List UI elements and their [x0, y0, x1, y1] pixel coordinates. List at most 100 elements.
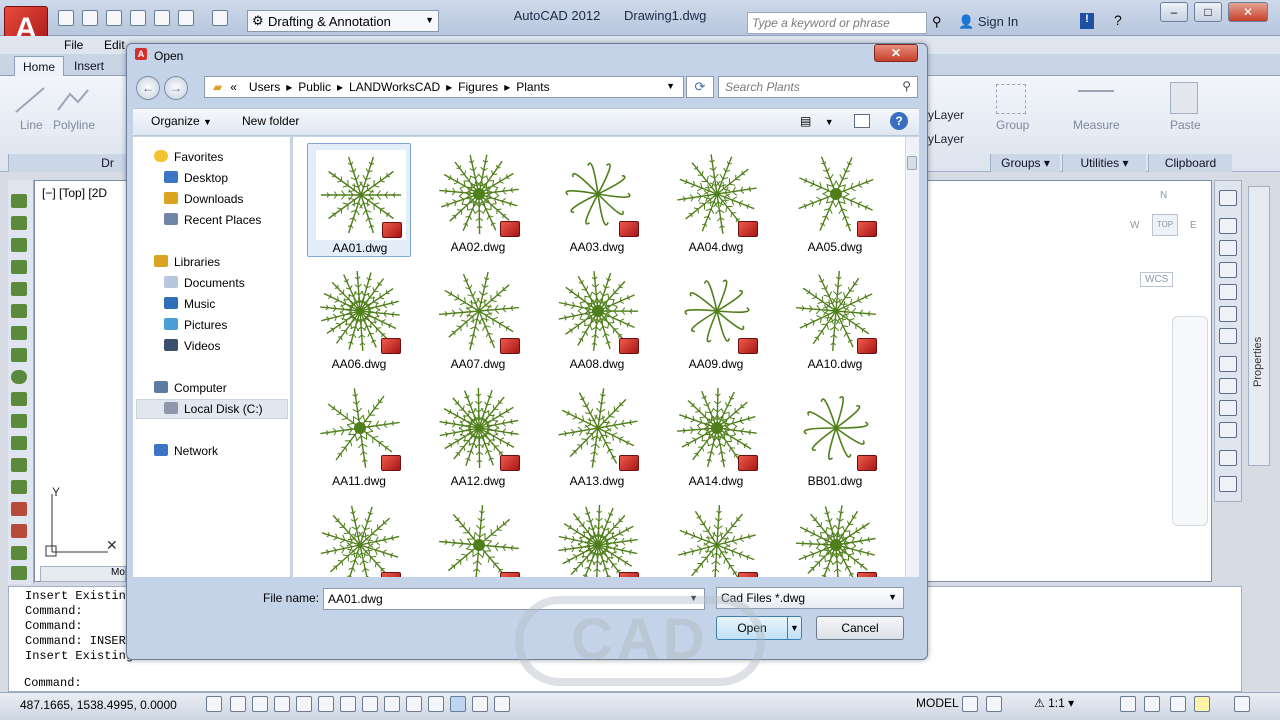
3d-osnap-icon[interactable] — [340, 696, 356, 712]
nav-computer[interactable]: Computer — [154, 381, 227, 395]
quick-properties-icon[interactable] — [472, 696, 488, 712]
chevron-down-icon[interactable]: ▼ — [689, 593, 698, 603]
viewport-controls[interactable]: [−] [Top] [2D — [42, 186, 107, 200]
help-icon[interactable]: ? — [1114, 12, 1122, 28]
file-list-scrollbar[interactable] — [905, 137, 919, 577]
polar-tracking-icon[interactable] — [296, 696, 312, 712]
layout-tool-icon[interactable] — [11, 566, 27, 580]
file-tile[interactable]: AA05.dwg — [783, 143, 887, 257]
address-bar[interactable]: ▰ « Users ▸ Public ▸ LANDWorksCAD ▸ Figures… — [204, 76, 684, 98]
layer-dropdown-2[interactable]: yLayer — [928, 132, 964, 146]
open-options-chevron-icon[interactable]: ▼ — [787, 617, 801, 639]
nav-music[interactable]: Music — [164, 297, 215, 311]
group-icon[interactable] — [996, 84, 1026, 114]
navigation-bar[interactable] — [1172, 316, 1208, 526]
path-tool-icon[interactable] — [11, 392, 27, 406]
nav-local-disk[interactable]: Local Disk (C:) — [164, 402, 263, 416]
file-tile[interactable]: AA14.dwg — [664, 377, 768, 491]
grid-display-icon[interactable] — [252, 696, 268, 712]
new-folder-button[interactable]: New folder — [242, 114, 299, 128]
visual-style-3-icon[interactable] — [1219, 400, 1237, 416]
help-search-input[interactable]: Type a keyword or phrase — [747, 12, 927, 34]
hardware-acceleration-icon[interactable] — [1170, 696, 1186, 712]
viewcube-top-face[interactable]: TOP — [1152, 214, 1178, 236]
breadcrumb-figures[interactable]: Figures — [452, 80, 504, 97]
file-tile[interactable]: AA03.dwg — [545, 143, 649, 257]
edit-tool-icon[interactable] — [11, 458, 27, 472]
organize-button[interactable]: Organize ▼ — [151, 114, 212, 128]
image-tool-icon[interactable] — [11, 546, 27, 560]
polyline-icon[interactable] — [56, 84, 90, 114]
cancel-button[interactable]: Cancel — [816, 616, 904, 640]
infer-constraints-icon[interactable] — [206, 696, 222, 712]
isolate-objects-icon[interactable] — [1194, 696, 1210, 712]
file-tile[interactable]: AA06.dwg — [307, 260, 411, 374]
undo-icon[interactable] — [178, 10, 194, 26]
workspace-dropdown[interactable]: ⚙ Drafting & Annotation ▼ — [247, 10, 439, 32]
file-tile[interactable]: BB01.dwg — [783, 377, 887, 491]
search-input[interactable]: Search Plants ⚲ — [718, 76, 918, 98]
file-tile[interactable]: AA08.dwg — [545, 260, 649, 374]
nav-desktop[interactable]: Desktop — [164, 171, 228, 185]
sign-in-button[interactable]: 👤 Sign In — [958, 14, 1018, 30]
view-tool-7-icon[interactable] — [1219, 328, 1237, 344]
light-tool-icon[interactable] — [11, 480, 27, 494]
paste-icon[interactable] — [1170, 82, 1198, 114]
snap-mode-icon[interactable] — [230, 696, 246, 712]
nav-network[interactable]: Network — [154, 444, 218, 458]
help-icon[interactable]: ? — [890, 112, 908, 130]
open-button[interactable]: Open ▼ — [716, 616, 802, 640]
file-name-input[interactable]: AA01.dwg ▼ — [323, 588, 705, 610]
clean-screen-icon[interactable] — [1234, 696, 1250, 712]
binoculars-icon[interactable]: ⚲ — [932, 14, 942, 30]
menu-file[interactable]: File — [64, 38, 83, 52]
layout-tabs[interactable]: Mo — [40, 566, 126, 582]
file-tile[interactable]: AA13.dwg — [545, 377, 649, 491]
line-icon[interactable] — [14, 84, 46, 114]
file-tile[interactable]: AA02.dwg — [426, 143, 530, 257]
hatch-tool-icon[interactable] — [11, 282, 27, 296]
menu-edit[interactable]: Edit — [104, 38, 125, 52]
maximize-button[interactable]: □ — [1194, 2, 1222, 22]
file-tile[interactable] — [307, 494, 411, 577]
breadcrumb-users[interactable]: Users — [243, 80, 286, 97]
scrollbar-thumb[interactable] — [907, 156, 917, 170]
plot-icon[interactable] — [154, 10, 170, 26]
forward-button[interactable]: → — [164, 76, 188, 100]
ribbon-group-utilities[interactable]: Utilities ▾ — [1062, 154, 1146, 172]
breadcrumb-plants[interactable]: Plants — [510, 80, 555, 97]
zoom-icon[interactable] — [1219, 476, 1237, 492]
viewcube[interactable]: N W E TOP — [1130, 190, 1210, 270]
camera-icon[interactable] — [1219, 450, 1237, 466]
object-snap-icon[interactable] — [318, 696, 334, 712]
file-tile[interactable]: AA07.dwg — [426, 260, 530, 374]
view-tool-5-icon[interactable] — [1219, 284, 1237, 300]
file-tile[interactable]: AA01.dwg — [307, 143, 411, 257]
change-view-button[interactable]: ▤ ▼ — [800, 114, 834, 128]
path-overflow[interactable]: « — [224, 80, 243, 97]
back-button[interactable]: ← — [136, 76, 160, 100]
redo-icon[interactable] — [212, 10, 228, 26]
ortho-mode-icon[interactable] — [274, 696, 290, 712]
save-icon[interactable] — [106, 10, 122, 26]
window-close-button[interactable]: ✕ — [1228, 2, 1268, 22]
file-tile[interactable]: AA11.dwg — [307, 377, 411, 491]
fence-tool-icon[interactable] — [11, 436, 27, 450]
nav-pictures[interactable]: Pictures — [164, 318, 227, 332]
grid-tool-icon[interactable] — [11, 348, 27, 362]
view-tool-2-icon[interactable] — [1219, 218, 1237, 234]
view-tool-6-icon[interactable] — [1219, 306, 1237, 322]
paving-tool-icon[interactable] — [11, 414, 27, 428]
transparency-icon[interactable] — [450, 696, 466, 712]
nav-documents[interactable]: Documents — [164, 276, 245, 290]
ducs-icon[interactable] — [384, 696, 400, 712]
dynamic-input-icon[interactable] — [406, 696, 422, 712]
preview-pane-icon[interactable] — [854, 114, 870, 128]
tab-insert[interactable]: Insert — [66, 56, 112, 76]
open-icon[interactable] — [82, 10, 98, 26]
refresh-button[interactable]: ⟳ — [686, 76, 714, 98]
file-tile[interactable] — [426, 494, 530, 577]
file-tile[interactable]: AA10.dwg — [783, 260, 887, 374]
file-tile[interactable]: AA09.dwg — [664, 260, 768, 374]
nav-libraries[interactable]: Libraries — [154, 255, 220, 269]
